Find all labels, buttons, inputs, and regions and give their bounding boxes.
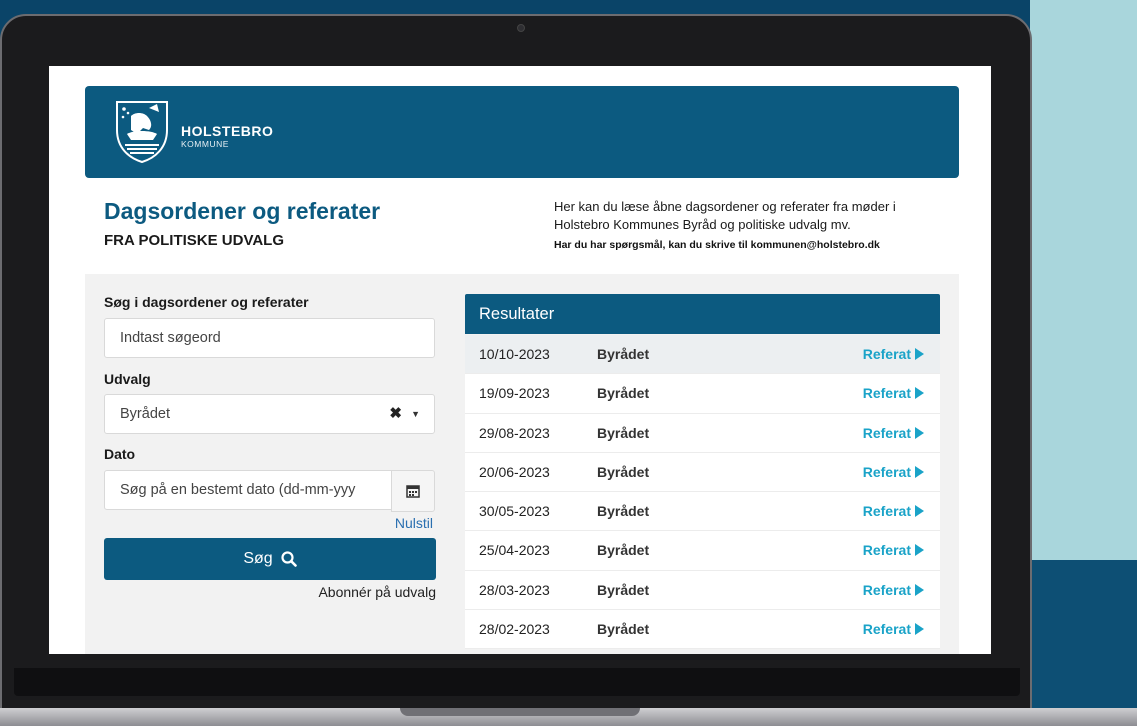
page-subtitle: FRA POLITISKE UDVALG: [104, 232, 284, 249]
result-row[interactable]: 28/02-2023 Byrådet Referat: [465, 610, 940, 650]
result-row[interactable]: 20/06-2023 Byrådet Referat: [465, 452, 940, 493]
referat-link-label: Referat: [862, 621, 911, 638]
referat-link[interactable]: Referat: [863, 542, 924, 558]
referat-link[interactable]: Referat: [863, 346, 924, 362]
brand-name: HOLSTEBRO: [181, 123, 274, 139]
search-button[interactable]: Søg: [104, 538, 436, 580]
result-committee: Byrådet: [597, 346, 650, 362]
browser-viewport: HOLSTEBRO KOMMUNE Dagsordener og referat…: [49, 66, 991, 654]
holstebro-crest-icon: [116, 101, 168, 164]
result-committee: Byrådet: [597, 503, 650, 520]
result-date: 20/06-2023: [479, 463, 550, 480]
play-arrow-icon: [915, 348, 924, 360]
chevron-down-icon[interactable]: ▼: [411, 395, 420, 433]
result-row[interactable]: 10/10-2023 Byrådet Referat: [465, 335, 940, 375]
referat-link-label: Referat: [862, 385, 911, 402]
laptop-bezel: [14, 668, 1020, 696]
referat-link-label: Referat: [862, 503, 911, 520]
result-date: 28/02-2023: [479, 621, 550, 638]
result-date: 25/04-2023: [479, 542, 550, 559]
date-input[interactable]: Søg på en bestemt dato (dd-mm-yyy: [104, 470, 392, 510]
referat-link[interactable]: Referat: [863, 425, 924, 441]
play-arrow-icon: [915, 387, 924, 400]
result-date: 28/03-2023: [479, 581, 550, 598]
page-title: Dagsordener og referater: [104, 198, 381, 224]
play-arrow-icon: [915, 505, 924, 518]
referat-link-label: Referat: [862, 581, 911, 598]
intro-text: Her kan du læse åbne dagsordener og refe…: [554, 199, 896, 232]
referat-link[interactable]: Referat: [863, 464, 924, 480]
clear-icon[interactable]: ✖: [389, 395, 402, 433]
result-committee: Byrådet: [597, 463, 650, 480]
referat-link-label: Referat: [862, 542, 911, 559]
result-committee: Byrådet: [597, 542, 650, 559]
result-committee: Byrådet: [597, 385, 650, 402]
reset-link[interactable]: Nulstil: [349, 515, 433, 531]
results-header: Resultater: [465, 294, 940, 334]
result-date: 29/08-2023: [479, 424, 550, 441]
referat-link-label: Referat: [862, 463, 911, 480]
referat-link[interactable]: Referat: [863, 582, 924, 598]
webcam-icon: [517, 24, 525, 32]
calendar-icon: [406, 485, 420, 498]
search-button-label: Søg: [243, 550, 273, 567]
play-arrow-icon: [915, 623, 924, 636]
play-arrow-icon: [915, 426, 924, 439]
subscribe-link[interactable]: Abonnér på udvalg: [249, 584, 436, 600]
result-row[interactable]: 29/08-2023 Byrådet Referat: [465, 413, 940, 453]
brand-subname: KOMMUNE: [181, 139, 229, 149]
result-date: 19/09-2023: [479, 385, 550, 402]
play-arrow-icon: [915, 583, 924, 596]
play-arrow-icon: [915, 465, 924, 478]
results-list: 10/10-2023 Byrådet Referat 19/09-2023 Byråde…: [465, 335, 940, 650]
contact-text: Har du har spørgsmål, kan du skrive til …: [554, 239, 880, 251]
result-row[interactable]: 30/05-2023 Byrådet Referat: [465, 492, 940, 532]
date-label: Dato: [104, 446, 136, 462]
search-icon: [281, 551, 297, 567]
committee-select[interactable]: Byrådet ✖ ▼: [104, 394, 435, 434]
referat-link-label: Referat: [862, 424, 911, 441]
result-row[interactable]: 25/04-2023 Byrådet Referat: [465, 531, 940, 571]
result-date: 10/10-2023: [479, 346, 550, 362]
committee-value: Byrådet: [120, 406, 170, 422]
result-committee: Byrådet: [597, 581, 650, 598]
committee-label: Udvalg: [104, 371, 151, 387]
calendar-button[interactable]: [391, 470, 435, 512]
site-header: HOLSTEBRO KOMMUNE: [85, 86, 959, 178]
background-shape-dark: [1030, 560, 1137, 726]
result-committee: Byrådet: [597, 621, 650, 638]
referat-link-label: Referat: [862, 346, 911, 362]
search-input[interactable]: Indtast søgeord: [104, 318, 435, 358]
result-committee: Byrådet: [597, 424, 650, 441]
play-arrow-icon: [915, 544, 924, 557]
laptop-notch: [400, 708, 640, 716]
result-row[interactable]: 28/03-2023 Byrådet Referat: [465, 570, 940, 611]
referat-link[interactable]: Referat: [863, 385, 924, 401]
referat-link[interactable]: Referat: [863, 503, 924, 519]
referat-link[interactable]: Referat: [863, 621, 924, 637]
search-label: Søg i dagsordener og referater: [104, 294, 309, 310]
result-row[interactable]: 19/09-2023 Byrådet Referat: [465, 374, 940, 414]
result-date: 30/05-2023: [479, 503, 550, 520]
